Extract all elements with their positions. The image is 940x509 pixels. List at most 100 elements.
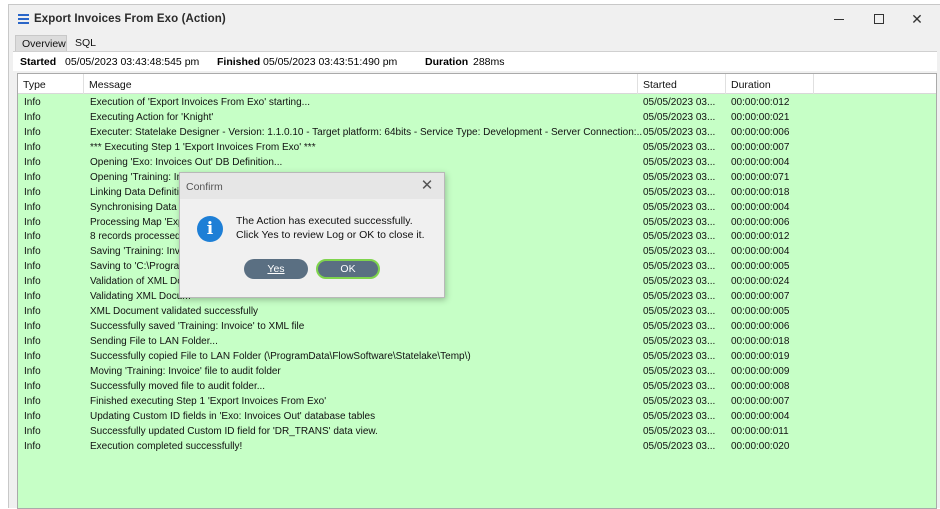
yes-button[interactable]: Yes <box>244 259 308 279</box>
cell-started: 05/05/2023 03... <box>643 111 716 123</box>
table-row[interactable]: Info Moving 'Training: Invoice' file to a… <box>18 364 936 379</box>
table-row[interactable]: Info Executer: Statelake Designer - Versi… <box>18 125 936 140</box>
table-row[interactable]: Info Successfully saved 'Training: Invoic… <box>18 319 936 334</box>
cell-started: 05/05/2023 03... <box>643 365 716 377</box>
cell-started: 05/05/2023 03... <box>643 350 716 362</box>
close-icon: ✕ <box>420 177 434 194</box>
cell-type: Info <box>24 246 41 258</box>
cell-message: Finished executing Step 1 'Export Invoic… <box>90 395 327 407</box>
cell-started: 05/05/2023 03... <box>643 306 716 318</box>
cell-started: 05/05/2023 03... <box>643 336 716 347</box>
cell-started: 05/05/2023 03... <box>643 276 716 288</box>
cell-duration: 00:00:00:005 <box>731 261 790 273</box>
table-row[interactable]: Info Successfully updated Custom ID field… <box>18 424 936 439</box>
table-row[interactable]: Info Successfully copied File to LAN Fold… <box>18 349 936 364</box>
table-row[interactable]: Info Validation of XML Doc 05/05/2023 03..… <box>18 274 936 289</box>
log-grid[interactable]: Type Message Started Duration Info Execut… <box>17 73 937 509</box>
cell-duration: 00:00:00:006 <box>731 126 790 138</box>
tab-overview[interactable]: Overview <box>15 35 67 51</box>
dialog-message-line-1: The Action has executed successfully. <box>236 215 413 227</box>
cell-message: Moving 'Training: Invoice' file to audit… <box>90 365 281 377</box>
dialog-message-line-2: Click Yes to review Log or OK to close i… <box>236 229 425 241</box>
cell-duration: 00:00:00:018 <box>731 336 790 347</box>
duration-label: Duration <box>425 56 469 68</box>
cell-type: Info <box>24 440 41 452</box>
dialog-close-button[interactable]: ✕ <box>418 177 436 195</box>
cell-type: Info <box>24 186 41 198</box>
minimize-icon <box>834 19 844 20</box>
table-row[interactable]: Info Saving 'Training: Invo 05/05/2023 03.… <box>18 244 936 259</box>
table-row[interactable]: InfoSaving to 'C:\Program nvoice\Invoice… <box>18 259 936 274</box>
finished-value: 05/05/2023 03:43:51:490 pm <box>263 56 398 68</box>
action-window: Export Invoices From Exo (Action) ✕ Over… <box>8 4 940 509</box>
finished-label: Finished <box>217 56 261 68</box>
cell-type: Info <box>24 231 41 243</box>
cell-duration: 00:00:00:007 <box>731 291 790 303</box>
cell-duration: 00:00:00:011 <box>731 425 789 437</box>
cell-duration: 00:00:00:004 <box>731 201 790 213</box>
table-row[interactable]: Info Linking Data Definitio 05/05/2023 03.… <box>18 185 936 200</box>
table-row[interactable]: Info XML Document validated successfully 0… <box>18 304 936 319</box>
cell-type: Info <box>24 350 41 362</box>
table-row[interactable]: Info Synchronising Data D 05/05/2023 03...… <box>18 200 936 215</box>
cell-duration: 00:00:00:006 <box>731 321 790 333</box>
cell-started: 05/05/2023 03... <box>643 231 716 243</box>
cell-duration: 00:00:00:024 <box>731 276 790 288</box>
table-row[interactable]: Info Execution completed successfully! 05/… <box>18 439 936 454</box>
duration-value: 288ms <box>473 56 505 68</box>
info-icon: i <box>197 216 223 242</box>
cell-type: Info <box>24 306 41 318</box>
cell-started: 05/05/2023 03... <box>643 171 716 183</box>
cell-duration: 00:00:00:004 <box>731 410 790 422</box>
cell-duration: 00:00:00:018 <box>731 186 790 198</box>
table-row[interactable]: Info Updating Custom ID fields in 'Exo: I… <box>18 409 936 424</box>
grid-header: Type Message Started Duration <box>18 74 936 94</box>
table-row[interactable]: Info Finished executing Step 1 'Export In… <box>18 394 936 409</box>
cell-started: 05/05/2023 03... <box>643 216 716 228</box>
maximize-button[interactable] <box>869 11 889 27</box>
cell-type: Info <box>24 201 41 213</box>
table-row[interactable]: Info Sending File to LAN Folder... 05/05/2… <box>18 334 936 349</box>
cell-started: 05/05/2023 03... <box>643 425 716 437</box>
cell-started: 05/05/2023 03... <box>643 141 716 153</box>
dialog-title-bar: Confirm ✕ <box>180 173 444 199</box>
cell-message: Successfully saved 'Training: Invoice' t… <box>90 321 305 333</box>
cell-duration: 00:00:00:005 <box>731 306 790 318</box>
menu-lines-icon[interactable] <box>18 14 29 24</box>
table-row[interactable]: Info Opening 'Training: Inv 05/05/2023 03.… <box>18 170 936 185</box>
confirm-dialog: Confirm ✕ i The Action has executed succ… <box>179 172 445 298</box>
ok-button[interactable]: OK <box>316 259 380 279</box>
cell-duration: 00:00:00:004 <box>731 246 790 258</box>
cell-duration: 00:00:00:021 <box>731 111 790 123</box>
column-header-message[interactable]: Message <box>84 74 638 94</box>
minimize-button[interactable] <box>829 11 849 27</box>
cell-duration: 00:00:00:007 <box>731 395 790 407</box>
cell-message: Sending File to LAN Folder... <box>90 336 218 347</box>
cell-started: 05/05/2023 03... <box>643 186 716 198</box>
table-row[interactable]: Info 8 records processed 05/05/2023 03... 0… <box>18 229 936 244</box>
table-row[interactable]: Info Successfully moved file to audit fol… <box>18 379 936 394</box>
started-label: Started <box>20 56 57 68</box>
column-header-type[interactable]: Type <box>18 74 84 94</box>
cell-duration: 00:00:00:020 <box>731 440 790 452</box>
cell-started: 05/05/2023 03... <box>643 321 716 333</box>
column-header-started[interactable]: Started <box>638 74 726 94</box>
column-header-duration[interactable]: Duration <box>726 74 814 94</box>
cell-message: Opening 'Exo: Invoices Out' DB Definitio… <box>90 156 283 168</box>
table-row[interactable]: Info Opening 'Exo: Invoices Out' DB Defin… <box>18 155 936 170</box>
table-row[interactable]: Info Execution of 'Export Invoices From E… <box>18 95 936 110</box>
cell-started: 05/05/2023 03... <box>643 261 716 273</box>
cell-duration: 00:00:00:008 <box>731 380 790 392</box>
cell-duration: 00:00:00:012 <box>731 97 790 108</box>
table-row[interactable]: Info Executing Action for 'Knight' 05/05/2… <box>18 110 936 125</box>
cell-started: 05/05/2023 03... <box>643 410 716 422</box>
table-row[interactable]: Info *** Executing Step 1 'Export Invoice… <box>18 140 936 155</box>
cell-type: Info <box>24 365 41 377</box>
cell-type: Info <box>24 336 41 347</box>
tab-sql[interactable]: SQL <box>69 35 103 51</box>
table-row[interactable]: Info Processing Map 'Expo 05/05/2023 03...… <box>18 215 936 230</box>
table-row[interactable]: Info Validating XML Docum 05/05/2023 03...… <box>18 289 936 304</box>
cell-message: Executing Action for 'Knight' <box>90 111 214 123</box>
maximize-icon <box>874 14 884 24</box>
close-button[interactable]: ✕ <box>907 11 927 27</box>
